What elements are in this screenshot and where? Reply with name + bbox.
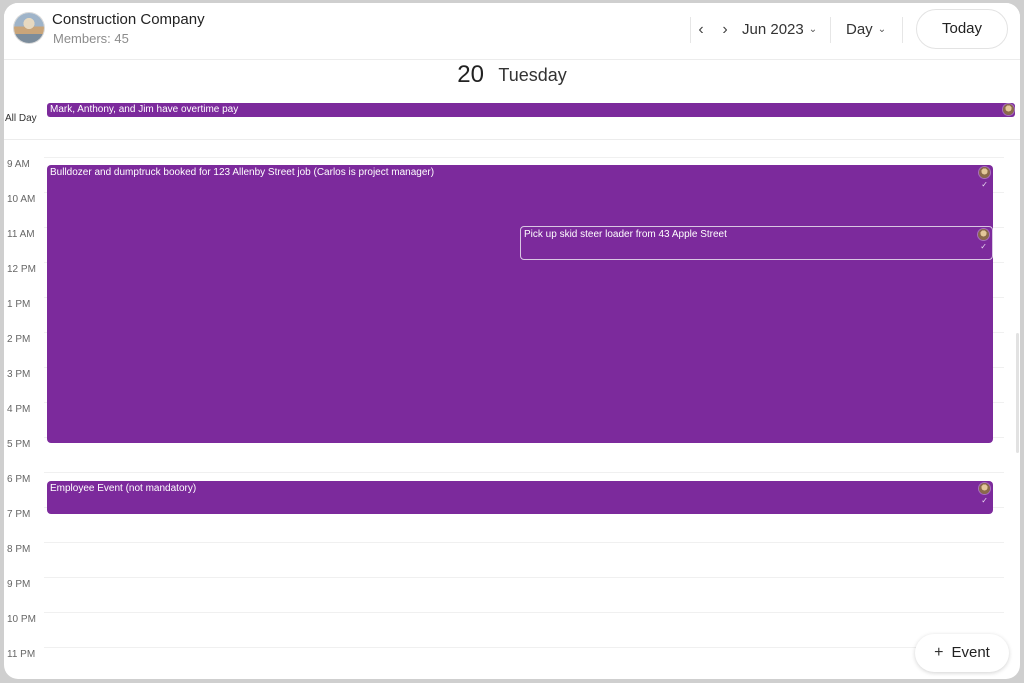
hour-label: 11 AM — [7, 229, 35, 240]
scrollbar[interactable] — [1016, 333, 1019, 453]
time-grid[interactable]: 9 AM 10 AM 11 AM 12 PM 1 PM 2 PM 3 PM 4 … — [4, 143, 1020, 679]
hour-label: 11 PM — [7, 649, 36, 660]
chevron-down-icon: ⌄ — [877, 24, 887, 35]
day-name: Tuesday — [498, 64, 567, 85]
chevron-right-icon[interactable]: › — [716, 17, 734, 43]
add-event-label: Event — [951, 644, 990, 661]
hour-label: 6 PM — [7, 474, 31, 485]
all-day-label: All Day — [5, 113, 37, 124]
event-title: Bulldozer and dumptruck booked for 123 A… — [50, 167, 435, 178]
calendar-event[interactable]: Employee Event (not mandatory) ✓ — [47, 481, 993, 514]
hour-label: 5 PM — [7, 439, 31, 450]
hour-label: 4 PM — [7, 404, 31, 415]
hour-label: 9 PM — [7, 579, 31, 590]
hour-label: 9 AM — [7, 159, 30, 170]
hour-line — [44, 542, 1004, 543]
event-title: Mark, Anthony, and Jim have overtime pay — [50, 104, 239, 115]
avatar — [978, 229, 989, 240]
hour-label: 10 AM — [7, 194, 36, 205]
event-title: Pick up skid steer loader from 43 Apple … — [524, 229, 727, 240]
hour-line — [44, 577, 1004, 578]
day-header: 20 Tuesday — [4, 61, 1020, 101]
hour-label: 2 PM — [7, 334, 31, 345]
plus-icon: + — [934, 644, 944, 661]
hour-label: 1 PM — [7, 299, 31, 310]
avatar — [1003, 104, 1014, 115]
chevron-down-icon: ⌄ — [808, 24, 818, 35]
hour-line — [44, 647, 1004, 648]
hour-label: 7 PM — [7, 509, 31, 520]
all-day-row: All Day Mark, Anthony, and Jim have over… — [4, 101, 1020, 140]
avatar — [979, 483, 990, 494]
group-name[interactable]: Construction Company — [52, 11, 205, 28]
check-icon: ✓ — [981, 496, 988, 505]
add-event-button[interactable]: + Event — [915, 634, 1009, 672]
divider — [690, 17, 691, 43]
hour-label: 12 PM — [7, 264, 36, 275]
all-day-event[interactable]: Mark, Anthony, and Jim have overtime pay — [47, 103, 1015, 117]
calendar-app: Construction Company Members: 45 ‹ › Jun… — [4, 3, 1020, 679]
avatar — [979, 167, 990, 178]
calendar-event[interactable]: Bulldozer and dumptruck booked for 123 A… — [47, 165, 993, 443]
today-button[interactable]: Today — [916, 9, 1008, 49]
members-count: Members: 45 — [53, 31, 129, 46]
hour-line — [44, 612, 1004, 613]
month-select[interactable]: Jun 2023 ⌄ — [742, 17, 817, 43]
check-icon: ✓ — [981, 180, 988, 189]
day-number: 20 — [457, 61, 484, 88]
hour-label: 3 PM — [7, 369, 31, 380]
divider — [830, 17, 831, 43]
month-label: Jun 2023 — [742, 21, 804, 38]
chevron-left-icon[interactable]: ‹ — [692, 17, 710, 43]
calendar-event[interactable]: Pick up skid steer loader from 43 Apple … — [520, 226, 993, 260]
hour-line — [44, 157, 1004, 158]
view-select[interactable]: Day ⌄ — [846, 17, 886, 43]
hour-label: 8 PM — [7, 544, 31, 555]
top-bar: Construction Company Members: 45 ‹ › Jun… — [4, 3, 1020, 60]
hour-line — [44, 472, 1004, 473]
check-icon: ✓ — [980, 242, 987, 251]
view-label: Day — [846, 21, 873, 38]
hour-label: 10 PM — [7, 614, 36, 625]
divider — [902, 17, 903, 43]
group-avatar[interactable] — [14, 13, 44, 43]
event-title: Employee Event (not mandatory) — [50, 483, 197, 494]
